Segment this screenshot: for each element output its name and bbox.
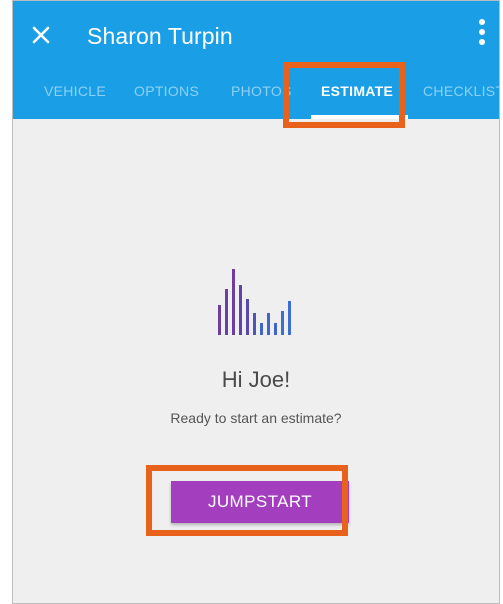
equalizer-bars-icon — [218, 269, 291, 335]
subtext: Ready to start an estimate? — [170, 410, 342, 426]
tab-photos[interactable]: PHOTOS — [231, 83, 292, 99]
tab-checklist[interactable]: CHECKLIST — [423, 83, 499, 99]
page-title: Sharon Turpin — [87, 23, 233, 49]
tab-estimate[interactable]: ESTIMATE — [321, 83, 393, 99]
tab-bar: VEHICLE OPTIONS PHOTOS ESTIMATE CHECKLIS… — [13, 71, 499, 119]
jumpstart-button[interactable]: JUMPSTART — [171, 481, 349, 523]
app-bar: Sharon Turpin VEHICLE OPTIONS PHOTOS EST… — [13, 1, 499, 119]
tab-vehicle[interactable]: VEHICLE — [44, 83, 106, 99]
close-icon[interactable] — [27, 21, 55, 49]
more-vert-icon[interactable] — [475, 19, 489, 55]
tab-options[interactable]: OPTIONS — [134, 83, 199, 99]
greeting-text: Hi Joe! — [221, 367, 291, 392]
active-tab-indicator — [311, 115, 408, 119]
phone-screen: Sharon Turpin VEHICLE OPTIONS PHOTOS EST… — [12, 0, 500, 604]
